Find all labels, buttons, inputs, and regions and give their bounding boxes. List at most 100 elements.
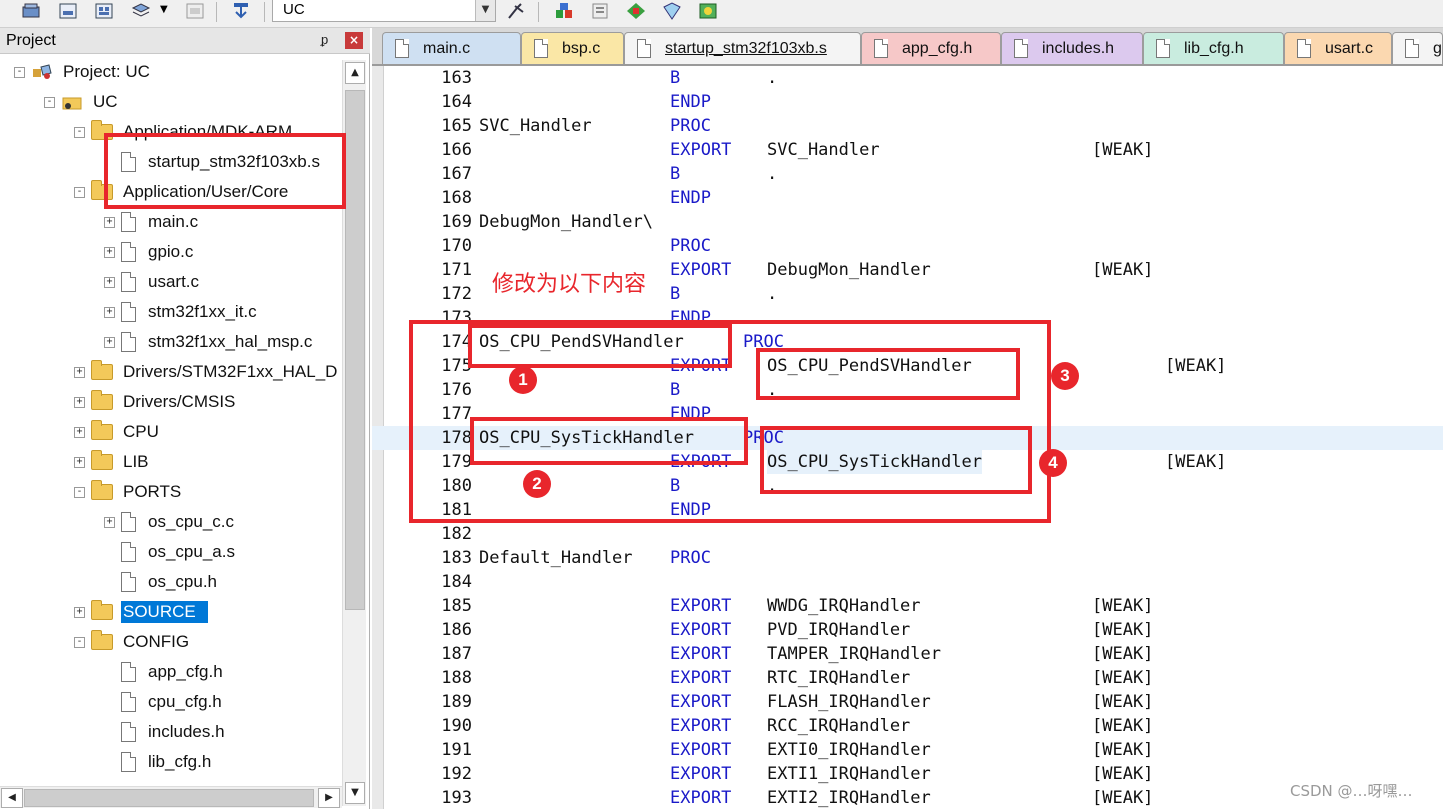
code-line[interactable]: 189 EXPORT FLASH_IRQHandler [WEAK] (372, 690, 1443, 714)
expand-icon[interactable]: + (74, 606, 85, 618)
code-line[interactable]: 188 EXPORT RTC_IRQHandler [WEAK] (372, 666, 1443, 690)
expand-icon[interactable]: + (104, 306, 115, 318)
tree-item[interactable]: + os_cpu_c.c (104, 508, 236, 536)
tree-item[interactable]: os_cpu.h (104, 568, 219, 596)
code-line[interactable]: 185 EXPORT WWDG_IRQHandler [WEAK] (372, 594, 1443, 618)
close-icon[interactable]: × (345, 32, 363, 49)
expand-icon[interactable]: + (74, 456, 85, 468)
code-line[interactable]: 190 EXPORT RCC_IRQHandler [WEAK] (372, 714, 1443, 738)
code-line[interactable]: 191 EXPORT EXTI0_IRQHandler [WEAK] (372, 738, 1443, 762)
code-line[interactable]: 183 Default_Handler PROC (372, 546, 1443, 570)
horizontal-scrollbar[interactable]: ◀ ▶ (0, 786, 342, 808)
code-line[interactable]: 182 (372, 522, 1443, 546)
collapse-icon[interactable]: - (74, 486, 85, 498)
editor-tab-label: startup_stm32f103xb.s (665, 39, 827, 57)
tree-item[interactable]: - CONFIG (74, 628, 191, 656)
code-line[interactable]: 166 EXPORT SVC_Handler [WEAK] (372, 138, 1443, 162)
code-line[interactable]: 187 EXPORT TAMPER_IRQHandler [WEAK] (372, 642, 1443, 666)
download-icon[interactable] (230, 2, 252, 20)
select-software-packs-icon[interactable] (661, 2, 683, 20)
code-keyword: PROC (670, 116, 711, 136)
translate-icon[interactable] (57, 2, 79, 20)
tree-item[interactable]: + usart.c (104, 268, 201, 296)
editor-tab[interactable]: bsp.c (521, 32, 624, 64)
tree-item[interactable]: + stm32f1xx_it.c (104, 298, 259, 326)
expand-icon[interactable]: + (104, 516, 115, 528)
editor-tab-label: usart.c (1325, 39, 1374, 57)
target-options-icon[interactable] (505, 2, 527, 20)
manage-components-icon[interactable] (553, 2, 575, 20)
editor-tab[interactable]: lib_cfg.h (1143, 32, 1284, 64)
collapse-icon[interactable]: - (74, 636, 85, 648)
tree-item[interactable]: + Drivers/CMSIS (74, 388, 237, 416)
expand-icon[interactable]: + (74, 396, 85, 408)
code-line[interactable]: 165 SVC_Handler PROC (372, 114, 1443, 138)
code-line[interactable]: 193 EXPORT EXTI2_IRQHandler [WEAK] (372, 786, 1443, 809)
code-line[interactable]: 186 EXPORT PVD_IRQHandler [WEAK] (372, 618, 1443, 642)
expand-icon[interactable]: + (104, 336, 115, 348)
code-line[interactable]: 163 B. (372, 66, 1443, 90)
target-select[interactable]: UC ▼ (272, 0, 496, 22)
collapse-icon[interactable]: - (74, 186, 85, 198)
expand-icon[interactable]: + (74, 426, 85, 438)
code-line[interactable]: 170 PROC (372, 234, 1443, 258)
expand-icon[interactable]: + (104, 216, 115, 228)
editor-tab[interactable]: g (1392, 32, 1443, 64)
chevron-down-icon[interactable]: ▼ (475, 0, 495, 21)
scroll-left-icon[interactable]: ◀ (1, 788, 23, 808)
editor-tab[interactable]: app_cfg.h (861, 32, 1001, 64)
tree-item[interactable]: - UC (44, 88, 120, 116)
file-icon (395, 39, 409, 58)
tree-item[interactable]: + SOURCE (74, 598, 208, 626)
code-line[interactable]: 169 DebugMon_Handler\ (372, 210, 1443, 234)
scroll-right-icon[interactable]: ▶ (318, 788, 340, 808)
collapse-icon[interactable]: - (44, 96, 55, 108)
file-extensions-icon[interactable] (589, 2, 611, 20)
scroll-up-icon[interactable]: ▲ (345, 62, 365, 84)
code-line[interactable]: 184 (372, 570, 1443, 594)
editor-tab[interactable]: main.c (382, 32, 521, 64)
tree-item[interactable]: os_cpu_a.s (104, 538, 237, 566)
pack-installer-icon[interactable] (625, 2, 647, 20)
expand-icon[interactable]: + (74, 366, 85, 378)
tree-item[interactable]: app_cfg.h (104, 658, 225, 686)
tree-item[interactable]: + Drivers/STM32F1xx_HAL_D (74, 358, 339, 386)
expand-icon[interactable]: + (104, 246, 115, 258)
tree-item[interactable]: - PORTS (74, 478, 183, 506)
scroll-thumb[interactable] (345, 90, 365, 610)
tree-item[interactable]: + stm32f1xx_hal_msp.c (104, 328, 314, 356)
tree-item[interactable]: lib_cfg.h (104, 748, 213, 776)
annotation-box-pendsv-label (468, 324, 732, 368)
tree-item[interactable]: includes.h (104, 718, 227, 746)
scroll-down-icon[interactable]: ▼ (345, 782, 365, 804)
stop-build-icon[interactable] (184, 2, 206, 20)
code-line[interactable]: 167 B. (372, 162, 1443, 186)
toolbar-separator (538, 2, 539, 22)
code-line[interactable]: 164 ENDP (372, 90, 1443, 114)
editor-tab[interactable]: startup_stm32f103xb.s (624, 32, 861, 64)
scroll-thumb[interactable] (24, 789, 314, 807)
editor-tab[interactable]: usart.c (1284, 32, 1392, 64)
tree-item[interactable]: + LIB (74, 448, 151, 476)
collapse-icon[interactable]: - (14, 66, 25, 78)
annotation-box-pendsv-export (756, 348, 1020, 400)
run-time-environment-icon[interactable] (697, 2, 719, 20)
tree-item[interactable]: + CPU (74, 418, 161, 446)
tree-item[interactable]: + gpio.c (104, 238, 195, 266)
tree-item[interactable]: + main.c (104, 208, 200, 236)
tree-item[interactable]: cpu_cfg.h (104, 688, 224, 716)
code-line[interactable]: 192 EXPORT EXTI1_IRQHandler [WEAK] (372, 762, 1443, 786)
editor-tab[interactable]: includes.h (1001, 32, 1143, 64)
build-icon[interactable] (93, 2, 115, 20)
code-line[interactable]: 168 ENDP (372, 186, 1443, 210)
collapse-icon[interactable]: - (74, 126, 85, 138)
chevron-down-icon[interactable]: ▼ (160, 4, 168, 15)
batch-build-icon[interactable] (20, 2, 42, 20)
pin-icon[interactable]: ᵱ (321, 32, 328, 48)
editor-tab-label: main.c (423, 39, 471, 57)
tree-item[interactable]: - Project: UC (14, 58, 152, 86)
expand-icon[interactable]: + (104, 276, 115, 288)
code-keyword: PROC (670, 548, 711, 568)
rebuild-icon[interactable] (130, 2, 152, 20)
